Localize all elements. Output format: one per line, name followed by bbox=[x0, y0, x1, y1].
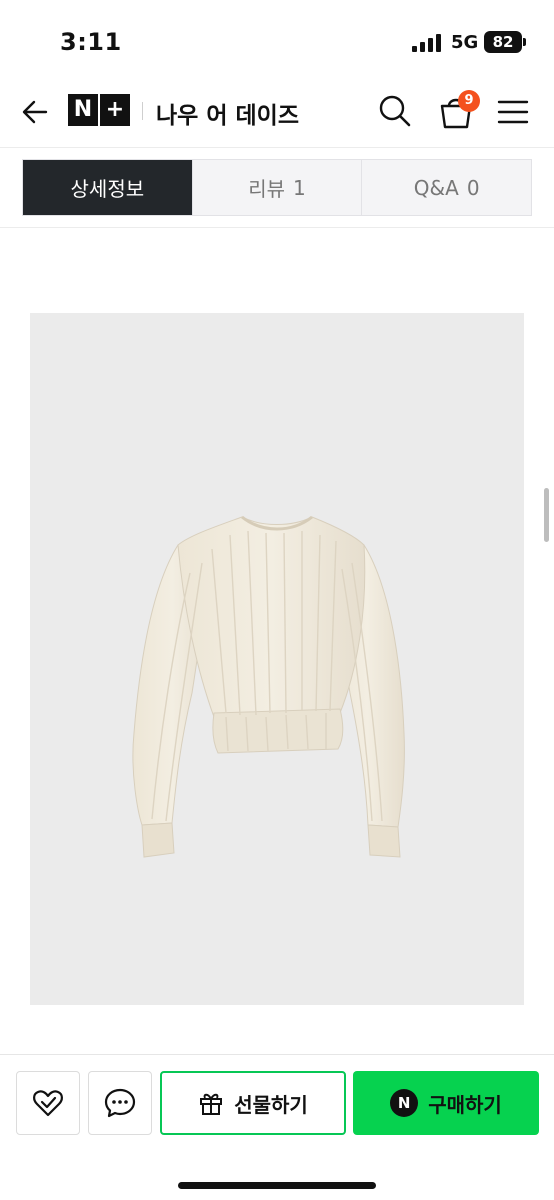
app-header: N + 나우 어 데이즈 bbox=[0, 76, 554, 148]
status-time: 3:11 bbox=[60, 28, 122, 56]
signal-icon bbox=[412, 34, 444, 52]
tab-label: Q&A bbox=[413, 175, 459, 200]
network-type: 5G bbox=[451, 32, 479, 53]
wishlist-button[interactable] bbox=[16, 1071, 80, 1135]
tab-label: 리뷰 bbox=[248, 177, 286, 201]
gift-button[interactable]: 선물하기 bbox=[160, 1071, 346, 1135]
naver-pay-icon: N bbox=[390, 1089, 419, 1117]
chat-bubble-icon bbox=[104, 1088, 136, 1118]
buy-label: 구매하기 bbox=[428, 1092, 502, 1117]
tab-count: 0 bbox=[466, 175, 480, 200]
cart-count-badge: 9 bbox=[458, 90, 480, 112]
tab-details[interactable]: 상세정보 bbox=[23, 160, 193, 215]
menu-button[interactable] bbox=[494, 94, 532, 130]
back-button[interactable] bbox=[18, 94, 54, 130]
chat-button[interactable] bbox=[88, 1071, 152, 1135]
logo-plus: + bbox=[100, 94, 130, 126]
arrow-left-icon bbox=[22, 100, 48, 124]
detail-tabs: 상세정보 리뷰 1 Q&A 0 bbox=[22, 159, 532, 216]
tab-count: 1 bbox=[293, 175, 306, 200]
search-button[interactable] bbox=[376, 92, 414, 130]
tab-label: 상세정보 bbox=[70, 177, 145, 201]
store-name[interactable]: 나우 어 데이즈 bbox=[156, 96, 299, 130]
product-image[interactable] bbox=[30, 313, 524, 1005]
tab-reviews[interactable]: 리뷰 1 bbox=[192, 160, 363, 215]
hamburger-menu-icon bbox=[497, 100, 529, 124]
battery-tip bbox=[523, 38, 526, 46]
search-icon bbox=[379, 95, 411, 127]
battery-icon: 82 bbox=[484, 31, 522, 53]
buy-button[interactable]: N 구매하기 bbox=[353, 1071, 539, 1135]
bottom-action-bar: 선물하기 N 구매하기 bbox=[0, 1054, 554, 1200]
tab-qna[interactable]: Q&A 0 bbox=[362, 160, 532, 215]
logo-divider bbox=[142, 102, 143, 120]
home-indicator bbox=[178, 1182, 376, 1189]
scrollbar[interactable] bbox=[544, 488, 549, 542]
gift-icon bbox=[200, 1093, 223, 1115]
heart-check-icon bbox=[33, 1090, 63, 1117]
gift-label: 선물하기 bbox=[234, 1092, 308, 1117]
logo-n: N bbox=[68, 94, 98, 126]
sweater-illustration bbox=[132, 515, 405, 858]
tabs-divider bbox=[0, 227, 554, 228]
status-bar: 3:11 5G 82 bbox=[0, 0, 554, 76]
naver-plus-logo[interactable]: N + bbox=[68, 94, 130, 126]
